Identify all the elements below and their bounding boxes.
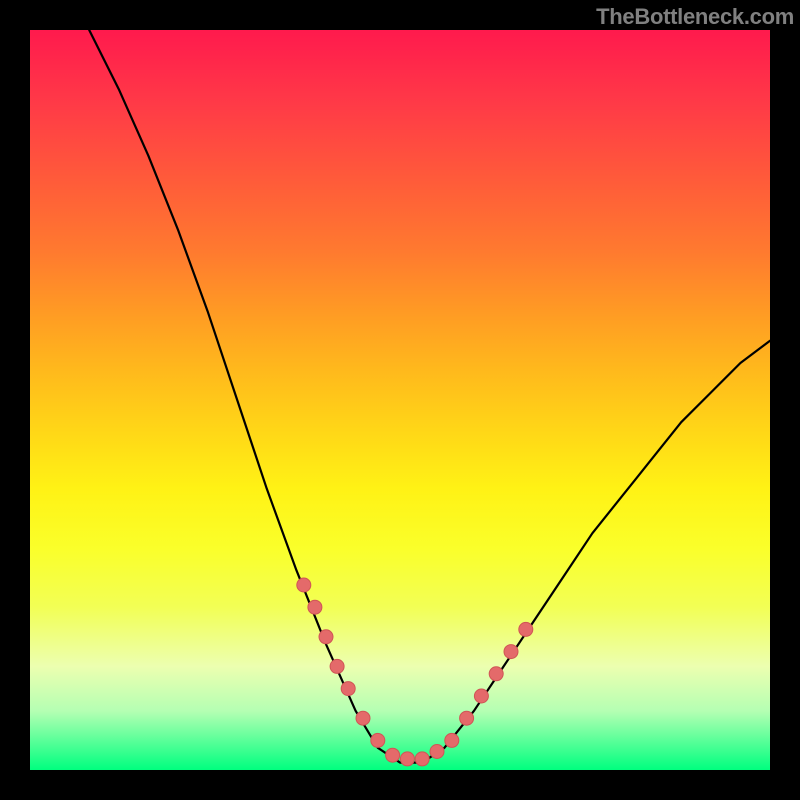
highlight-dot — [319, 630, 333, 644]
highlight-dot — [371, 733, 385, 747]
highlight-dot — [297, 578, 311, 592]
chart-frame: TheBottleneck.com — [0, 0, 800, 800]
highlight-dot — [460, 711, 474, 725]
highlight-dot — [489, 667, 503, 681]
highlight-dot — [474, 689, 488, 703]
chart-plot-area — [30, 30, 770, 770]
highlight-dot — [308, 600, 322, 614]
highlight-dot — [430, 745, 444, 759]
highlight-dot — [400, 752, 414, 766]
highlight-dot — [415, 752, 429, 766]
watermark-text: TheBottleneck.com — [596, 4, 794, 30]
highlight-dots — [297, 578, 533, 766]
curve-line — [89, 30, 770, 763]
chart-svg — [30, 30, 770, 770]
highlight-dot — [445, 733, 459, 747]
highlight-dot — [330, 659, 344, 673]
highlight-dot — [504, 645, 518, 659]
highlight-dot — [386, 748, 400, 762]
highlight-dot — [356, 711, 370, 725]
highlight-dot — [341, 682, 355, 696]
highlight-dot — [519, 622, 533, 636]
